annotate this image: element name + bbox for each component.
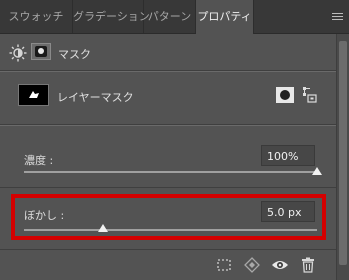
density-slider-handle[interactable]	[312, 167, 322, 175]
adjustment-icon[interactable]	[9, 44, 27, 62]
vector-mask-icon[interactable]	[302, 86, 318, 104]
highlight-box	[11, 194, 326, 240]
mask-label: マスク	[58, 48, 91, 61]
tab-bar: スウォッチ グラデーション パターン プロパティ	[0, 0, 349, 34]
layer-mask-thumbnail	[18, 84, 49, 106]
divider	[0, 187, 336, 188]
properties-type-row: マスク	[0, 34, 336, 70]
density-input[interactable]: 100%	[261, 145, 315, 166]
mask-icon	[35, 46, 47, 57]
density-slider-track[interactable]	[24, 171, 317, 173]
bottom-toolbar	[0, 250, 336, 280]
tab-properties[interactable]: プロパティ	[196, 0, 254, 34]
scrollbar-thumb[interactable]	[339, 41, 347, 265]
delete-trash-icon[interactable]	[299, 256, 317, 274]
density-label: 濃度 :	[24, 154, 54, 167]
divider	[0, 125, 336, 126]
panel-menu-icon[interactable]	[332, 13, 343, 20]
load-selection-icon[interactable]	[215, 256, 233, 274]
scrollbar[interactable]	[336, 34, 349, 280]
tab-swatches[interactable]: スウォッチ	[0, 0, 73, 33]
divider	[0, 71, 336, 72]
pixel-mask-icon	[280, 90, 290, 100]
visibility-eye-icon[interactable]	[271, 256, 289, 274]
pixel-mask-button[interactable]	[276, 87, 294, 103]
mask-toggle-button[interactable]	[31, 43, 51, 60]
layer-mask-label: レイヤーマスク	[57, 91, 134, 104]
tab-gradients[interactable]: グラデーション	[73, 0, 150, 33]
apply-mask-icon[interactable]	[243, 256, 261, 274]
mask-shape-icon	[29, 91, 39, 98]
tab-patterns[interactable]: パターン	[144, 0, 196, 33]
